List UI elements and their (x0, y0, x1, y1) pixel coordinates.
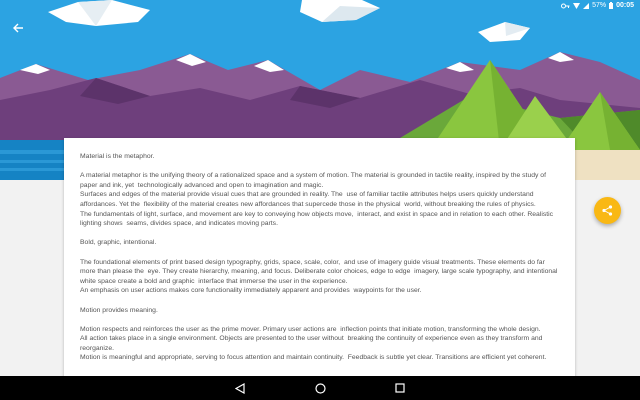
paragraph: Motion respects and reinforces the user … (80, 325, 541, 333)
home-circle-icon (314, 382, 326, 394)
paragraph-heading: Motion provides meaning. (80, 306, 158, 314)
status-bar: 57% 00:05 (0, 0, 640, 13)
status-icons: 57% 00:05 (561, 2, 634, 9)
share-icon (602, 205, 613, 216)
arrow-back-icon (12, 23, 23, 33)
article-body: Material is the metaphor. A material met… (64, 138, 575, 363)
paragraph: The foundational elements of print based… (80, 258, 560, 285)
signal-icon (583, 2, 590, 9)
nav-home-button[interactable] (312, 381, 328, 395)
paragraph: A material metaphor is the unifying theo… (80, 172, 548, 189)
paragraph: An emphasis on user actions makes core f… (80, 287, 422, 295)
paragraph-heading: Material is the metaphor. (80, 153, 155, 160)
battery-percent: 57% (592, 2, 607, 9)
navigation-bar (0, 376, 640, 400)
paragraph: All action takes place in a single envir… (80, 335, 545, 352)
paragraph: Motion is meaningful and appropriate, se… (80, 354, 547, 362)
wifi-icon (573, 2, 581, 9)
share-button[interactable] (594, 197, 621, 224)
clock-time: 00:05 (616, 2, 634, 9)
nav-recents-button[interactable] (392, 381, 408, 395)
paragraph-heading: Bold, graphic, intentional. (80, 239, 157, 247)
paragraph: The fundamentals of light, surface, and … (80, 210, 555, 228)
back-button[interactable] (8, 20, 28, 36)
paragraph: Surfaces and edges of the material provi… (80, 191, 536, 208)
nav-back-button[interactable] (232, 381, 248, 395)
article-card: Material is the metaphor. A material met… (64, 138, 575, 378)
recents-square-icon (395, 383, 405, 393)
battery-icon (609, 2, 614, 9)
key-icon (561, 3, 570, 9)
back-triangle-icon (235, 382, 245, 394)
